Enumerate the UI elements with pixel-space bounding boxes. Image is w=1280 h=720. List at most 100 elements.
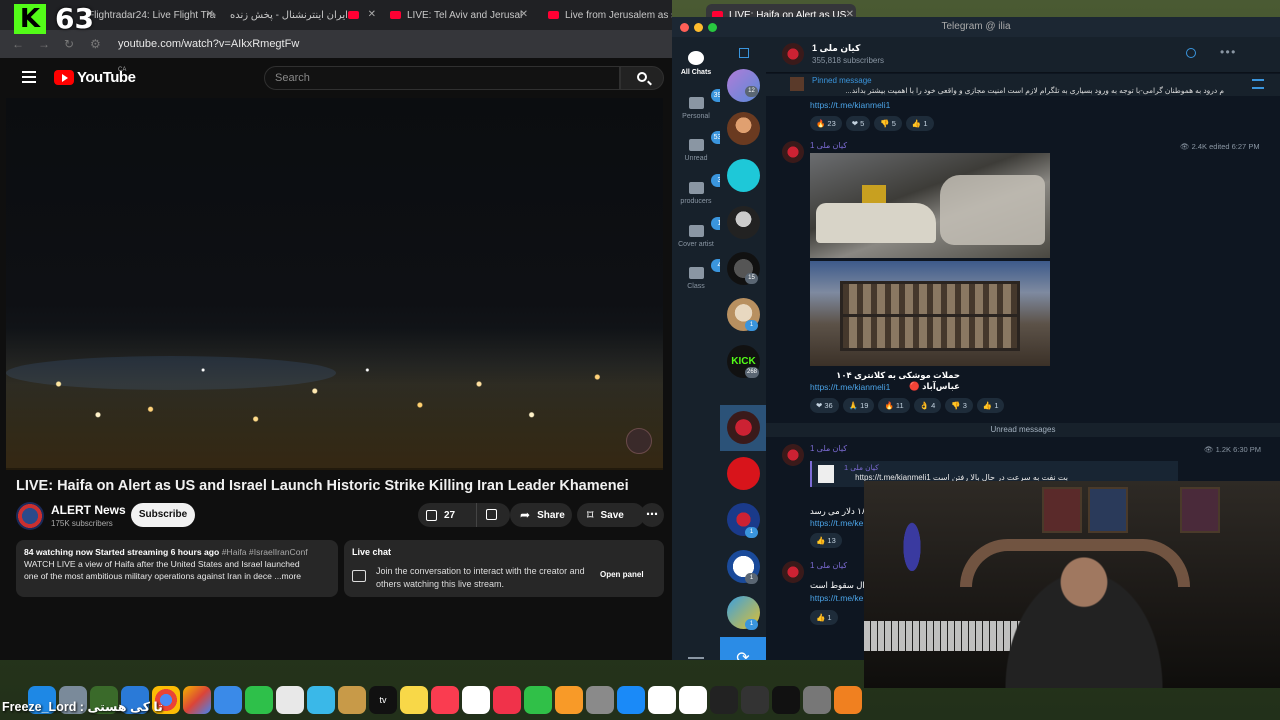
reaction-pill[interactable]: 👍 1: [905, 116, 934, 131]
message-link[interactable]: https://t.me/kianmeli1: [810, 382, 890, 392]
channel-avatar[interactable]: [782, 43, 804, 65]
reaction-pill[interactable]: ❤ 5: [845, 116, 871, 131]
calendar-icon[interactable]: [462, 686, 490, 714]
close-icon[interactable]: ✕: [368, 9, 376, 20]
photos-icon[interactable]: [183, 686, 211, 714]
compose-icon[interactable]: [739, 48, 749, 58]
chat-avatar[interactable]: [727, 206, 760, 239]
app-icon[interactable]: [741, 686, 769, 714]
search-button[interactable]: [620, 66, 664, 90]
dislike-button[interactable]: [476, 503, 510, 527]
chat-avatar-kian-meli[interactable]: [727, 411, 760, 444]
pages-icon[interactable]: [555, 686, 583, 714]
tab-jerusalem[interactable]: Live from Jerusalem as si✕: [548, 4, 672, 26]
message-link[interactable]: https://t.me/ke: [810, 593, 863, 603]
app-icon[interactable]: [276, 686, 304, 714]
fl-studio-icon[interactable]: [834, 686, 862, 714]
reaction-pill[interactable]: 👍 13: [810, 533, 842, 548]
search-icon[interactable]: [1186, 48, 1196, 58]
pinned-link[interactable]: https://t.me/kianmeli1: [810, 100, 890, 110]
folder-personal[interactable]: 395 Personal: [672, 89, 729, 120]
app-store-icon[interactable]: [617, 686, 645, 714]
open-panel-button[interactable]: Open panel: [600, 570, 644, 579]
close-window-icon[interactable]: [680, 23, 689, 32]
apple-tv-icon[interactable]: tv: [369, 686, 397, 714]
chat-avatar[interactable]: [727, 112, 760, 145]
sender-avatar[interactable]: [782, 561, 804, 583]
site-settings-icon[interactable]: ⚙: [90, 37, 104, 51]
app-icon[interactable]: [772, 686, 800, 714]
system-settings-icon[interactable]: [586, 686, 614, 714]
reaction-pill[interactable]: 👍 1: [810, 610, 838, 625]
thumbs-down-icon: [486, 509, 497, 520]
chat-avatar[interactable]: [727, 69, 760, 102]
sender-avatar[interactable]: [782, 444, 804, 466]
save-button[interactable]: ⌑ Save: [577, 503, 645, 527]
fantastical-icon[interactable]: [679, 686, 707, 714]
share-button[interactable]: ➦ Share: [510, 503, 572, 527]
sender-avatar[interactable]: [782, 141, 804, 163]
mail-icon[interactable]: [214, 686, 242, 714]
reload-icon[interactable]: ↻: [64, 37, 78, 51]
more-actions-button[interactable]: ⋯: [640, 503, 664, 527]
menu-icon[interactable]: [22, 71, 36, 83]
minimize-window-icon[interactable]: [694, 23, 703, 32]
chat-avatar[interactable]: [727, 159, 760, 192]
folder-cover-artist[interactable]: 1 Cover artist: [672, 217, 729, 248]
reaction-pill[interactable]: 🔥 11: [878, 398, 910, 413]
search-input[interactable]: Search: [264, 66, 620, 90]
tab-flightradar[interactable]: Flightradar24: Live Flight Trac ✕: [88, 4, 216, 26]
reaction-pill[interactable]: 🙏 19: [842, 398, 875, 413]
filters-icon[interactable]: [688, 657, 704, 660]
message-sender[interactable]: کیان ملی 1: [810, 444, 847, 453]
zoom-window-icon[interactable]: [708, 23, 717, 32]
folder-all-chats[interactable]: All Chats: [672, 51, 720, 76]
reaction-pill[interactable]: 👌 4: [913, 398, 942, 413]
channel-subscribers: 175K subscribers: [51, 519, 113, 528]
notion-icon[interactable]: [648, 686, 676, 714]
forward-icon[interactable]: →: [38, 37, 52, 51]
channel-avatar[interactable]: [16, 502, 44, 530]
reaction-pill[interactable]: 👎 5: [874, 116, 902, 131]
hashtags[interactable]: #Haifa #IsraelIranConf: [222, 547, 308, 557]
folder-unread[interactable]: 532 Unread: [672, 131, 729, 162]
pinned-list-icon[interactable]: [1252, 79, 1264, 89]
folder-producers[interactable]: 3 producers: [672, 174, 729, 205]
pinned-message-bar[interactable]: Pinned message م درود به هموطنان گرامی-ب…: [766, 74, 1280, 96]
video-player[interactable]: [6, 98, 663, 470]
message-sender[interactable]: کیان ملی 1: [810, 561, 847, 570]
url-field[interactable]: youtube.com/watch?v=AIkxRmegtFw: [118, 38, 299, 50]
subscribe-button[interactable]: Subscribe: [131, 503, 195, 527]
tab-iran-international[interactable]: ایران اینترنشنال - پخش زنده ✕: [230, 4, 378, 26]
reaction-pill[interactable]: 👎 3: [945, 398, 973, 413]
folder-class[interactable]: 4 Class: [672, 259, 729, 290]
message-sender[interactable]: کیان ملی 1: [810, 141, 847, 150]
tab-tel-aviv[interactable]: LIVE: Tel Aviv and Jerusal ✕: [390, 4, 530, 26]
folder-label: Unread: [684, 155, 708, 162]
refresh-icon[interactable]: ⟳: [720, 637, 766, 660]
more-icon[interactable]: • • •: [1220, 45, 1235, 59]
numbers-icon[interactable]: [524, 686, 552, 714]
description-box[interactable]: 84 watching now Started streaming 6 hour…: [16, 540, 338, 597]
back-icon[interactable]: ←: [12, 37, 26, 51]
reaction-pill[interactable]: 🔥 23: [810, 116, 842, 131]
app-icon[interactable]: [338, 686, 366, 714]
message-link[interactable]: https://t.me/ke: [810, 518, 863, 528]
reaction-pill[interactable]: 👍 1: [976, 398, 1005, 413]
channel-name[interactable]: کیان ملی 1: [812, 43, 860, 54]
like-button[interactable]: 27: [418, 503, 472, 527]
close-icon[interactable]: ✕: [206, 9, 214, 20]
reaction-pill[interactable]: ❤ 36: [810, 398, 839, 413]
maps-icon[interactable]: [307, 686, 335, 714]
channel-name[interactable]: ALERT News: [51, 503, 126, 517]
news-icon[interactable]: [493, 686, 521, 714]
facetime-icon[interactable]: [245, 686, 273, 714]
chat-avatar[interactable]: [727, 457, 760, 490]
notes-icon[interactable]: [400, 686, 428, 714]
message-photo-2[interactable]: [810, 261, 1050, 366]
logic-pro-icon[interactable]: [710, 686, 738, 714]
app-icon[interactable]: [803, 686, 831, 714]
close-icon[interactable]: ✕: [520, 9, 528, 20]
music-icon[interactable]: [431, 686, 459, 714]
message-photo-1[interactable]: [810, 153, 1050, 258]
